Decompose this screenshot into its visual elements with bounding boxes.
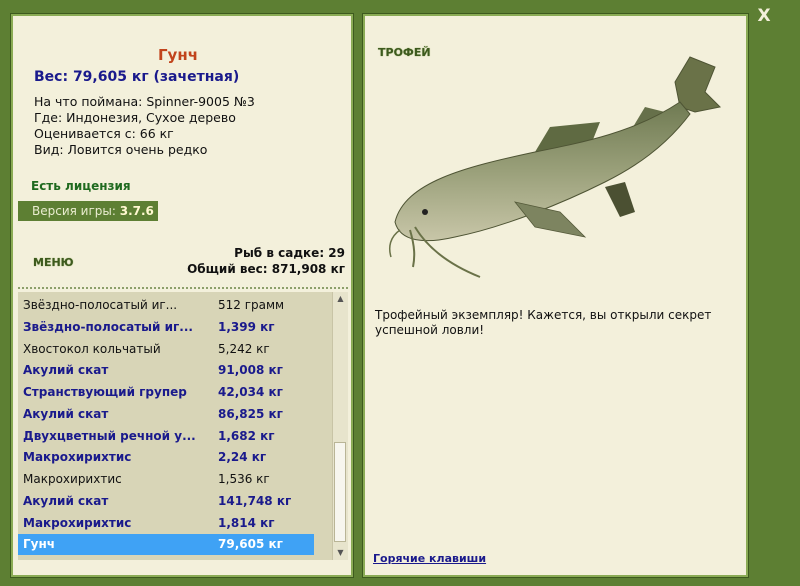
list-item[interactable]: Хвостокол кольчатый 5,242 кг xyxy=(18,339,314,360)
list-item-name: Хвостокол кольчатый xyxy=(23,341,161,356)
version-value: 3.7.6 xyxy=(119,204,154,218)
list-item-weight: 91,008 кг xyxy=(218,363,283,378)
license-status: Есть лицензия xyxy=(31,179,131,193)
list-item-weight: 79,605 кг xyxy=(218,537,283,552)
rated-from: Оценивается с: 66 кг xyxy=(34,126,174,141)
list-scrollbar[interactable]: ▲ ▼ xyxy=(332,292,348,560)
list-item-name: Странствующий групер xyxy=(23,385,187,399)
list-item-name: Гунч xyxy=(23,537,55,552)
list-item[interactable]: Акулий скат 86,825 кг xyxy=(18,404,314,425)
fish-kind: Вид: Ловится очень редко xyxy=(34,142,208,157)
divider xyxy=(18,287,348,289)
fish-weight: Вес: 79,605 кг (зачетная) xyxy=(34,69,240,85)
list-item-weight: 5,242 кг xyxy=(218,341,270,356)
list-item-weight: 512 грамм xyxy=(218,298,285,312)
list-item-weight: 1,682 кг xyxy=(218,428,275,443)
list-item[interactable]: Макрохирихтис 2,24 кг xyxy=(18,447,314,468)
list-item-name: Акулий скат xyxy=(23,493,109,508)
list-item[interactable]: Акулий скат 141,748 кг xyxy=(18,491,314,512)
close-button[interactable]: X xyxy=(752,4,776,28)
list-item[interactable]: Макрохирихтис 1,814 кг xyxy=(18,513,314,534)
list-item-name: Макрохирихтис xyxy=(23,472,122,486)
list-item-name: Макрохирихтис xyxy=(23,450,132,465)
list-item[interactable]: Звёздно-полосатый иг... 512 грамм xyxy=(18,295,314,316)
version-bar: Версия игры: 3.7.6 xyxy=(18,201,158,221)
list-item-name: Звёздно-полосатый иг... xyxy=(23,319,193,334)
list-item[interactable]: Гунч 79,605 кг xyxy=(18,534,314,556)
menu-button[interactable]: МЕНЮ xyxy=(33,256,74,269)
fish-name: Гунч xyxy=(158,46,198,64)
list-item-weight: 2,24 кг xyxy=(218,450,267,465)
catfish-image xyxy=(388,56,722,278)
list-item-weight: 1,814 кг xyxy=(218,515,275,530)
hotkeys-link[interactable]: Горячие клавиши xyxy=(373,552,486,565)
catch-location: Где: Индонезия, Сухое дерево xyxy=(34,110,236,125)
list-item-weight: 1,399 кг xyxy=(218,319,275,334)
list-item[interactable]: Макрохирихтис 1,536 кг xyxy=(18,469,314,490)
keepnet-count: Рыб в садке: 29 xyxy=(234,246,345,260)
trophy-description: Трофейный экземпляр! Кажется, вы открыли… xyxy=(375,308,712,337)
list-item-name: Двухцветный речной у... xyxy=(23,428,196,443)
list-item[interactable]: Двухцветный речной у... 1,682 кг xyxy=(18,426,314,447)
list-item-weight: 86,825 кг xyxy=(218,406,283,421)
list-item-name: Акулий скат xyxy=(23,406,109,421)
fish-list: Звёздно-полосатый иг... 512 грамм Звёздно-… xyxy=(18,292,332,560)
list-item[interactable]: Звёздно-полосатый иг... 1,399 кг xyxy=(18,317,314,338)
caught-with: На что поймана: Spinner-9005 №3 xyxy=(34,94,255,109)
scroll-down-icon[interactable]: ▼ xyxy=(333,546,348,560)
list-item[interactable]: Странствующий групер 42,034 кг xyxy=(18,382,314,403)
list-item-name: Макрохирихтис xyxy=(23,515,132,530)
keepnet-total-weight: Общий вес: 871,908 кг xyxy=(187,262,345,276)
list-item-name: Акулий скат xyxy=(23,363,109,378)
scroll-up-icon[interactable]: ▲ xyxy=(333,292,348,306)
list-item-name: Звёздно-полосатый иг... xyxy=(23,298,178,312)
list-item-weight: 1,536 кг xyxy=(218,472,270,486)
list-item-weight: 141,748 кг xyxy=(218,493,292,508)
version-label: Версия игры: xyxy=(32,204,120,218)
list-item[interactable]: Акулий скат 91,008 кг xyxy=(18,360,314,381)
scroll-thumb[interactable] xyxy=(334,442,346,542)
list-item-weight: 42,034 кг xyxy=(218,385,283,399)
